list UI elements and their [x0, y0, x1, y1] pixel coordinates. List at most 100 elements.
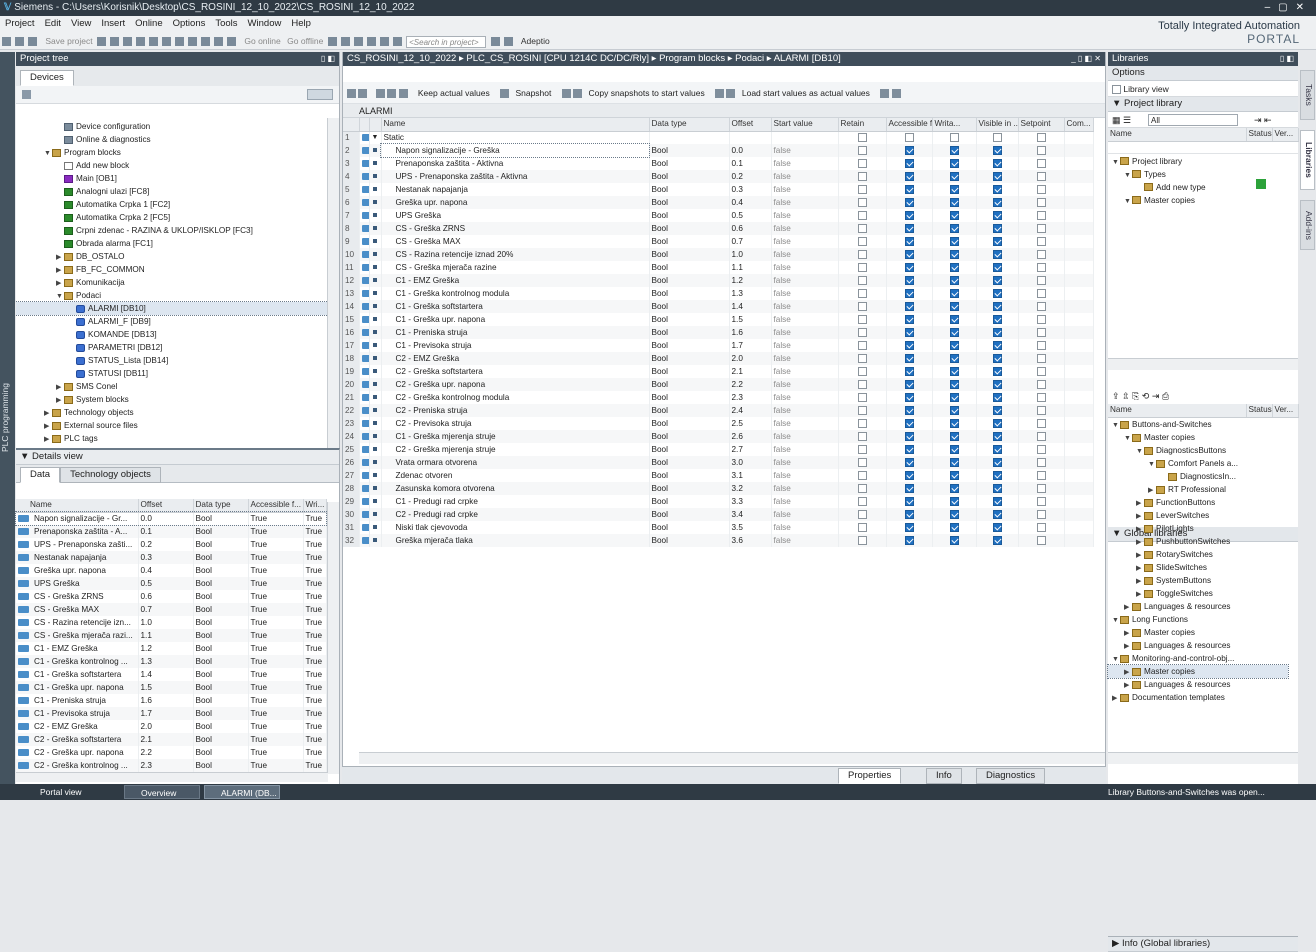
library-item[interactable]: ▼ Master copies	[1108, 431, 1288, 444]
db-row[interactable]: 19 C2 - Greška softstartera Bool 2.1 false	[343, 365, 1094, 378]
retain-cell[interactable]	[838, 430, 887, 443]
details-row[interactable]: C2 - Greška kontrolnog ... 2.3 Bool True Tru…	[16, 759, 327, 772]
comment-cell[interactable]	[1064, 521, 1094, 534]
details-row[interactable]: C2 - EMZ Greška 2.0 Bool True True	[16, 720, 327, 733]
overview-button[interactable]: Overview	[124, 785, 200, 799]
checkbox-checked[interactable]	[992, 197, 1002, 207]
checkbox-unchecked[interactable]	[857, 210, 867, 220]
checkbox-checked[interactable]	[904, 366, 914, 376]
library-item[interactable]: ▶ Master copies	[1107, 664, 1289, 679]
writable-cell[interactable]	[932, 378, 977, 391]
details-row[interactable]: C2 - Greška upr. napona 2.2 Bool True True	[16, 746, 327, 759]
visible-cell[interactable]	[976, 274, 1019, 287]
details-col-writable[interactable]: Wri...	[303, 499, 327, 513]
search-in-project-input[interactable]: <Search in project>	[406, 35, 487, 48]
checkbox-checked[interactable]	[904, 483, 914, 493]
checkbox-unchecked[interactable]	[1036, 288, 1046, 298]
checkbox-checked[interactable]	[992, 301, 1002, 311]
db-name-cell[interactable]: Greška upr. napona	[381, 196, 650, 209]
tree-item[interactable]: ▶ External source files	[16, 419, 328, 432]
checkbox-unchecked[interactable]	[857, 405, 867, 415]
db-row[interactable]: 7 UPS Greška Bool 0.5 false	[343, 209, 1094, 222]
accessible-cell[interactable]	[886, 235, 933, 248]
glib-col-ver[interactable]: Ver...	[1272, 404, 1299, 418]
tree-scrollbar[interactable]	[327, 118, 339, 448]
checkbox-checked[interactable]	[992, 444, 1002, 454]
setpoint-cell[interactable]	[1018, 313, 1065, 326]
accessible-cell[interactable]	[886, 261, 933, 274]
glib-col-status[interactable]: Status	[1246, 404, 1273, 418]
details-col-offset[interactable]: Offset	[138, 499, 194, 513]
checkbox-unchecked[interactable]	[857, 301, 867, 311]
visible-cell[interactable]	[976, 196, 1019, 209]
library-item[interactable]: ▼ Project library	[1108, 155, 1298, 168]
setpoint-cell[interactable]	[1018, 365, 1065, 378]
redo-icon[interactable]	[175, 37, 184, 47]
db-name-cell[interactable]: C1 - Predugi rad crpke	[381, 495, 650, 508]
db-col-startvalue[interactable]: Start value	[771, 118, 839, 132]
db-startvalue-cell[interactable]: false	[771, 248, 839, 261]
db-name-cell[interactable]: C2 - Greška upr. napona	[381, 378, 650, 391]
glib-scrollbar-h[interactable]	[1108, 752, 1298, 764]
db-type-cell[interactable]: Bool	[649, 339, 730, 352]
accessible-cell[interactable]	[886, 274, 933, 287]
db-row[interactable]: 26 Vrata ormara otvorena Bool 3.0 false	[343, 456, 1094, 469]
checkbox-unchecked[interactable]	[1036, 379, 1046, 389]
details-row[interactable]: C1 - Greška upr. napona 1.5 Bool True True	[16, 681, 327, 694]
visible-cell[interactable]	[976, 326, 1019, 339]
details-row[interactable]: C2 - Greška softstartera 2.1 Bool True True	[16, 733, 327, 746]
snapshot-button[interactable]: Snapshot	[515, 88, 551, 98]
db-type-cell[interactable]: Bool	[649, 417, 730, 430]
checkbox-unchecked[interactable]	[1036, 522, 1046, 532]
db-name-cell[interactable]: C2 - EMZ Greška	[381, 352, 650, 365]
setpoint-cell[interactable]	[1018, 378, 1065, 391]
accessible-cell[interactable]	[886, 404, 933, 417]
comment-cell[interactable]	[1064, 508, 1094, 521]
writable-cell[interactable]	[932, 521, 977, 534]
library-item[interactable]: ▶ Languages & resources	[1108, 678, 1288, 691]
db-type-cell[interactable]: Bool	[649, 404, 730, 417]
db-type-cell[interactable]: Bool	[649, 495, 730, 508]
writable-cell[interactable]	[932, 144, 977, 157]
tree-item[interactable]: Online & diagnostics	[16, 133, 328, 146]
checkbox-checked[interactable]	[992, 379, 1002, 389]
db-col-datatype[interactable]: Data type	[649, 118, 730, 132]
checkbox-checked[interactable]	[949, 197, 959, 207]
checkbox-unchecked[interactable]	[857, 496, 867, 506]
visible-cell[interactable]	[976, 183, 1019, 196]
retain-cell[interactable]	[838, 261, 887, 274]
checkbox-checked[interactable]	[992, 223, 1002, 233]
details-row[interactable]: CS - Greška mjerača razi... 1.1 Bool True Tr…	[16, 629, 327, 642]
checkbox-checked[interactable]	[992, 457, 1002, 467]
db-name-cell[interactable]: C2 - Greška kontrolnog modula	[381, 391, 650, 404]
retain-cell[interactable]	[838, 352, 887, 365]
checkbox-checked[interactable]	[904, 431, 914, 441]
db-col-setpoint[interactable]: Setpoint	[1018, 118, 1065, 132]
visible-cell[interactable]	[976, 287, 1019, 300]
db-name-cell[interactable]: Nestanak napajanja	[381, 183, 650, 196]
checkbox-unchecked[interactable]	[857, 158, 867, 168]
db-type-cell[interactable]: Bool	[649, 326, 730, 339]
lib-nav-icon[interactable]: ⇥ ⇤	[1254, 112, 1272, 128]
checkbox-unchecked[interactable]	[857, 262, 867, 272]
checkbox-checked[interactable]	[949, 457, 959, 467]
insert-row-icon[interactable]	[347, 89, 356, 99]
visible-cell[interactable]	[976, 521, 1019, 534]
checkbox-unchecked[interactable]	[949, 133, 959, 143]
comment-cell[interactable]	[1064, 235, 1094, 248]
checkbox-checked[interactable]	[992, 535, 1002, 545]
checkbox-checked[interactable]	[904, 288, 914, 298]
comment-cell[interactable]	[1064, 482, 1094, 495]
retain-cell[interactable]	[838, 534, 887, 547]
tab-diagnostics[interactable]: Diagnostics	[976, 768, 1046, 784]
checkbox-unchecked[interactable]	[1036, 171, 1046, 181]
copy-snapshot2-icon[interactable]	[573, 89, 583, 99]
library-item[interactable]: ▼ DiagnosticsButtons	[1108, 444, 1288, 457]
checkbox-unchecked[interactable]	[857, 314, 867, 324]
checkbox-checked[interactable]	[992, 405, 1002, 415]
checkbox-checked[interactable]	[949, 444, 959, 454]
checkbox-unchecked[interactable]	[1036, 210, 1046, 220]
retain-cell[interactable]	[838, 300, 887, 313]
portal-view-button[interactable]: Portal view	[24, 785, 82, 799]
writable-cell[interactable]	[932, 404, 977, 417]
